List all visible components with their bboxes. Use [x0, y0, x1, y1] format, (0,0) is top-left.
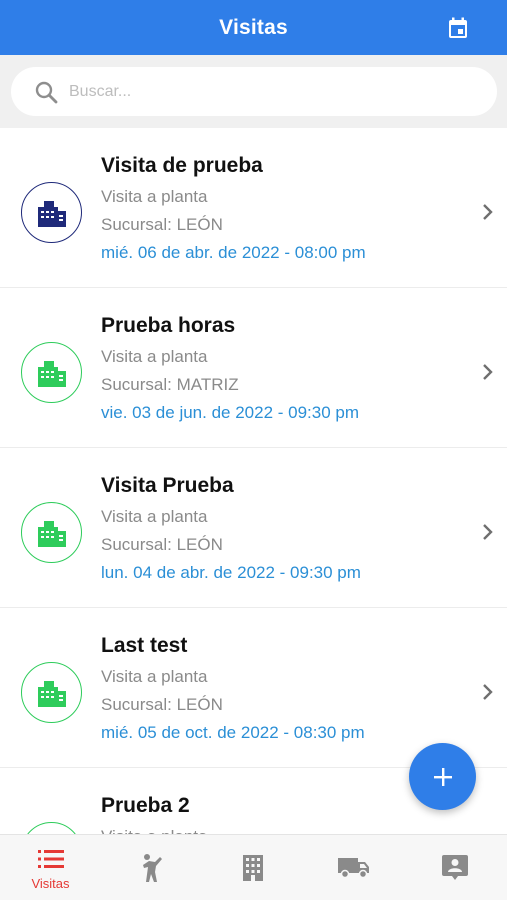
visit-type: Visita a planta — [101, 507, 208, 526]
visit-type: Visita a planta — [101, 667, 208, 686]
visit-avatar — [21, 662, 82, 723]
tab-label: Visitas — [31, 876, 70, 891]
plus-icon — [433, 767, 452, 786]
chevron-right-icon — [483, 364, 493, 380]
visit-list-item[interactable]: Visita de prueba Visita a planta Sucursa… — [0, 128, 507, 288]
visit-title: Last test — [101, 634, 188, 657]
visit-list-item[interactable]: Prueba horas Visita a planta Sucursal: M… — [0, 288, 507, 448]
app-header: Visitas — [0, 0, 507, 55]
visit-avatar — [21, 822, 82, 834]
search-icon — [35, 81, 58, 104]
person-walking-icon — [142, 854, 162, 882]
tab-buildings[interactable] — [202, 835, 303, 900]
visit-branch: Sucursal: MATRIZ — [101, 375, 239, 394]
visit-title: Visita de prueba — [101, 154, 263, 177]
tab-visitas[interactable]: Visitas — [0, 835, 101, 900]
building-icon — [37, 520, 66, 547]
tab-person[interactable] — [101, 835, 202, 900]
visits-list: Visita de prueba Visita a planta Sucursa… — [0, 128, 507, 834]
visit-type: Visita a planta — [101, 187, 208, 206]
contact-card-icon — [441, 855, 468, 880]
bottom-tab-bar: Visitas — [0, 834, 507, 900]
calendar-button[interactable] — [447, 17, 469, 39]
visit-title: Prueba 2 — [101, 794, 190, 817]
list-icon — [37, 850, 64, 868]
visit-branch: Sucursal: LEÓN — [101, 215, 223, 234]
visit-type: Visita a planta — [101, 347, 208, 366]
visit-date: lun. 04 de abr. de 2022 - 09:30 pm — [101, 563, 361, 582]
building-icon — [37, 360, 66, 387]
building-icon — [37, 680, 66, 707]
visit-type: Visita a planta — [101, 827, 207, 834]
search-input[interactable] — [69, 67, 479, 116]
page-title: Visitas — [219, 15, 288, 39]
visit-date: mié. 06 de abr. de 2022 - 08:00 pm — [101, 243, 366, 262]
visit-date: mié. 05 de oct. de 2022 - 08:30 pm — [101, 723, 365, 742]
calendar-icon — [449, 17, 467, 38]
truck-icon — [337, 858, 369, 879]
chevron-right-icon — [483, 204, 493, 220]
search-box[interactable] — [11, 67, 497, 116]
visit-avatar — [21, 182, 82, 243]
tab-delivery[interactable] — [303, 835, 404, 900]
chevron-right-icon — [483, 524, 493, 540]
chevron-right-icon — [483, 684, 493, 700]
visit-list-item[interactable]: Visita Prueba Visita a planta Sucursal: … — [0, 448, 507, 608]
tab-contacts[interactable] — [404, 835, 505, 900]
search-bar-container — [0, 55, 507, 128]
visit-branch: Sucursal: LEÓN — [101, 535, 223, 554]
visit-date: vie. 03 de jun. de 2022 - 09:30 pm — [101, 403, 360, 422]
visit-title: Prueba horas — [101, 314, 236, 337]
visit-avatar — [21, 502, 82, 563]
visit-branch: Sucursal: LEÓN — [101, 695, 223, 714]
building-icon — [242, 855, 263, 881]
visit-title: Visita Prueba — [101, 474, 234, 497]
visit-avatar — [21, 342, 82, 403]
add-visit-button[interactable] — [409, 743, 476, 810]
building-icon — [37, 200, 66, 227]
